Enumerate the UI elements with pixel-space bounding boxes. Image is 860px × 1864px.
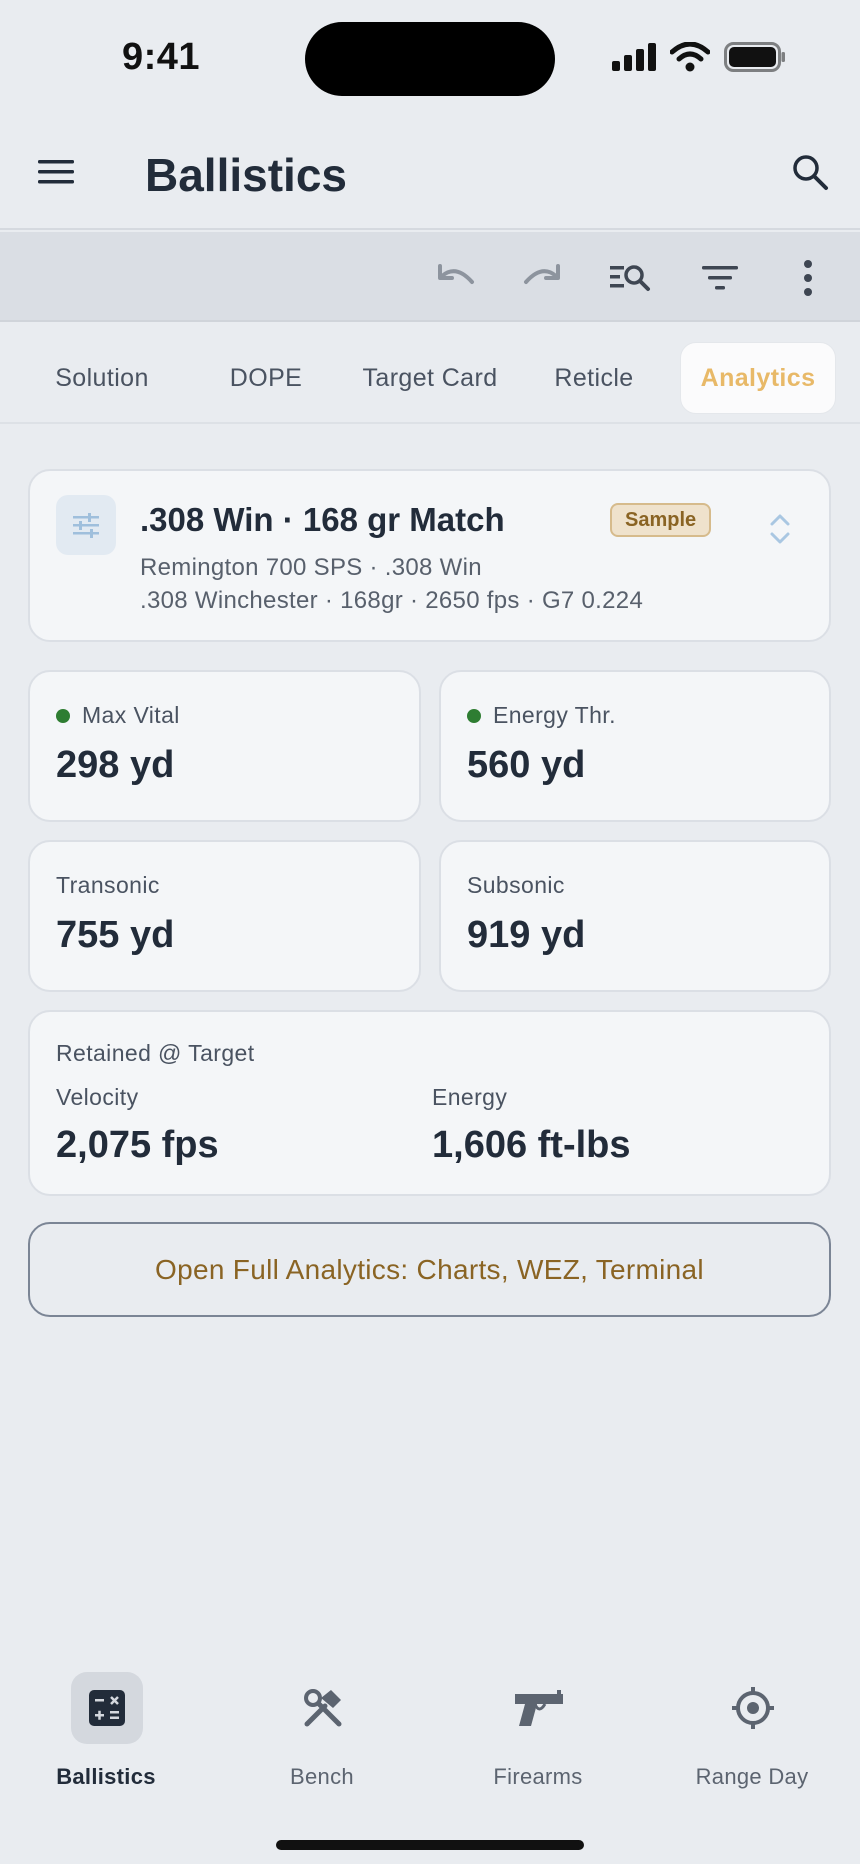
battery-icon: [724, 42, 785, 72]
tab-analytics[interactable]: Analytics: [680, 342, 836, 414]
home-indicator: [276, 1840, 584, 1850]
stat-card-energy-threshold: Energy Thr. 560 yd: [439, 670, 831, 822]
tab-solution[interactable]: Solution: [20, 342, 184, 414]
menu-icon[interactable]: [36, 152, 76, 192]
nav-item-firearms[interactable]: Firearms: [448, 1672, 628, 1792]
velocity-value: 2,075 fps: [56, 1124, 219, 1166]
status-time: 9:41: [122, 36, 201, 78]
toolbar: [0, 232, 860, 322]
open-full-analytics-button[interactable]: Open Full Analytics: Charts, WEZ, Termin…: [28, 1222, 831, 1317]
calculator-icon: [89, 1690, 125, 1726]
nav-label: Firearms: [493, 1764, 583, 1789]
more-vertical-icon[interactable]: [786, 256, 830, 300]
energy-label: Energy: [432, 1084, 508, 1110]
redo-icon[interactable]: [520, 256, 564, 300]
load-profile-card[interactable]: .308 Win · 168 gr Match Sample Remington…: [28, 469, 831, 642]
search-icon[interactable]: [790, 152, 830, 192]
stat-value: 298 yd: [56, 744, 175, 786]
wifi-icon: [670, 42, 710, 72]
rifle-description: Remington 700 SPS · .308 Win: [140, 554, 482, 581]
page-title: Ballistics: [145, 149, 347, 201]
app-bar: Ballistics: [0, 112, 860, 230]
profile-icon-container: [56, 495, 116, 555]
retained-heading: Retained @ Target: [56, 1040, 255, 1066]
filter-icon[interactable]: [698, 256, 742, 300]
nav-label: Ballistics: [56, 1764, 156, 1789]
load-description: .308 Winchester · 168gr · 2650 fps · G7 …: [140, 587, 644, 614]
nav-item-ballistics[interactable]: Ballistics: [16, 1672, 196, 1792]
tools-icon: [304, 1689, 342, 1727]
velocity-label: Velocity: [56, 1084, 139, 1110]
sliders-icon: [73, 513, 99, 538]
status-bar: 9:41: [0, 0, 860, 112]
stat-value: 755 yd: [56, 914, 175, 956]
dynamic-island: [305, 22, 555, 96]
signal-icon: [612, 43, 656, 71]
nav-item-range-day[interactable]: Range Day: [662, 1672, 842, 1792]
stat-value: 560 yd: [467, 744, 586, 786]
tab-bar: Solution DOPE Target Card Reticle Analyt…: [0, 324, 860, 424]
stat-card-subsonic: Subsonic 919 yd: [439, 840, 831, 992]
status-icons: [612, 42, 786, 72]
load-name: .308 Win · 168 gr Match: [140, 501, 505, 538]
target-icon: [732, 1687, 774, 1729]
pistol-icon: [515, 1690, 563, 1726]
bottom-navigation: Ballistics Bench Firearms Range Day: [0, 1650, 860, 1864]
stat-card-max-vital: Max Vital 298 yd: [28, 670, 421, 822]
stat-value: 919 yd: [467, 914, 586, 956]
nav-label: Range Day: [695, 1764, 809, 1789]
tab-reticle[interactable]: Reticle: [512, 342, 676, 414]
stat-card-transonic: Transonic 755 yd: [28, 840, 421, 992]
expand-collapse-icon[interactable]: [765, 509, 795, 549]
find-in-list-icon[interactable]: [608, 256, 652, 300]
undo-icon[interactable]: [434, 256, 478, 300]
status-dot: [56, 708, 70, 723]
tab-target-card[interactable]: Target Card: [348, 342, 512, 414]
stat-label: Subsonic: [467, 872, 565, 898]
energy-value: 1,606 ft-lbs: [432, 1124, 631, 1166]
tab-dope[interactable]: DOPE: [184, 342, 348, 414]
status-dot: [467, 708, 481, 723]
stat-label: Energy Thr.: [493, 702, 616, 728]
retained-at-target-card: Retained @ Target Velocity 2,075 fps Ene…: [28, 1010, 831, 1196]
stat-label: Transonic: [56, 872, 160, 898]
nav-item-bench[interactable]: Bench: [232, 1672, 412, 1792]
nav-label: Bench: [290, 1764, 354, 1789]
sample-badge: Sample: [610, 503, 712, 537]
stat-label: Max Vital: [82, 702, 180, 728]
